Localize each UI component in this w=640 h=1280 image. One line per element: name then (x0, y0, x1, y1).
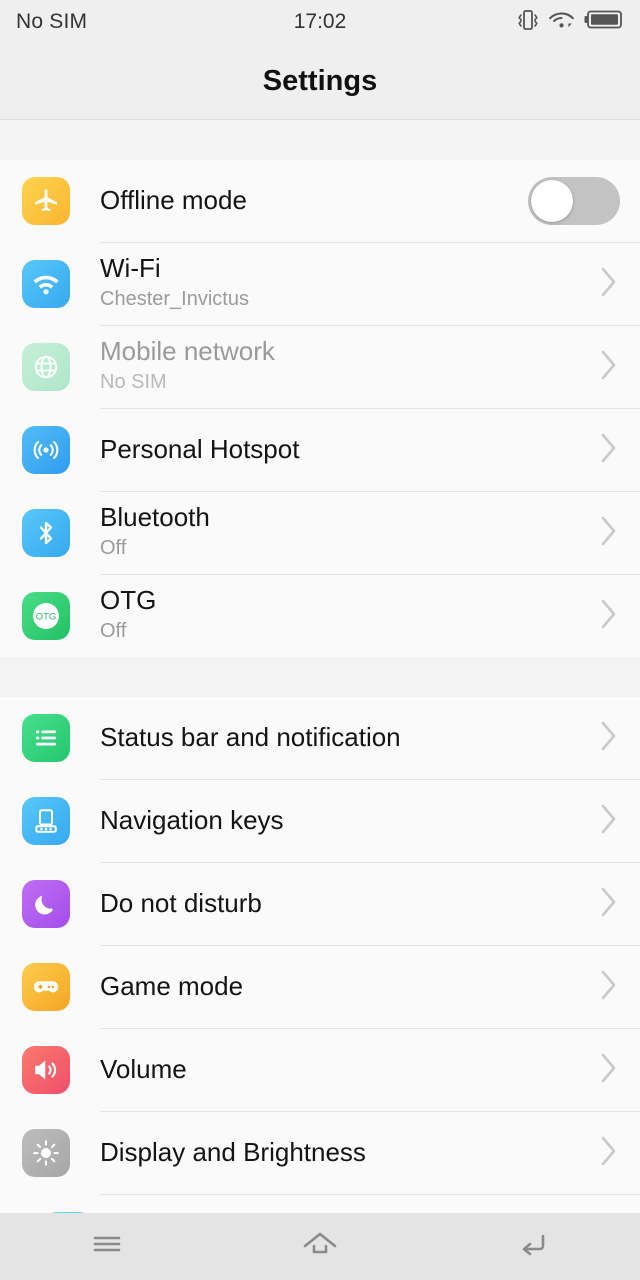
title-bar: Settings (0, 44, 640, 120)
settings-section-connectivity: Offline mode Wi-Fi Chester_Invictus Mobi… (0, 160, 640, 657)
chevron-right-icon (598, 968, 620, 1007)
settings-row-label: Game mode (100, 971, 244, 1002)
svg-text:OTG: OTG (36, 612, 57, 623)
page-title: Settings (262, 65, 378, 97)
settings-row-volume[interactable]: Volume (0, 1029, 640, 1111)
settings-row-game-mode[interactable]: Game mode (0, 946, 640, 1028)
chevron-right-icon (598, 348, 620, 387)
brightness-icon (22, 1129, 70, 1177)
chevron-right-icon (598, 1051, 620, 1090)
row-texts: Mobile network No SIM (100, 335, 588, 397)
chevron-right-icon (598, 719, 620, 758)
row-texts: Volume (100, 1055, 588, 1084)
settings-row-label: Bluetooth (100, 501, 210, 532)
row-texts: OTG Off (100, 584, 588, 646)
wifi-icon (548, 9, 575, 36)
settings-row-status-bar-and-notification[interactable]: Status bar and notification (0, 697, 640, 779)
chevron-right-icon (598, 597, 620, 636)
settings-row-label: Wi-Fi (100, 252, 161, 283)
settings-section-system: Status bar and notification Navigation k… (0, 697, 640, 1213)
row-texts: Status bar and notification (100, 723, 588, 752)
chevron-right-icon (598, 514, 620, 553)
wifi-icon (22, 260, 70, 308)
row-texts: Navigation keys (100, 806, 588, 835)
settings-row-sublabel: Off (100, 537, 127, 560)
settings-row-navigation-keys[interactable]: Navigation keys (0, 780, 640, 862)
menu-button[interactable] (47, 1227, 167, 1266)
otg-icon: OTG (22, 592, 70, 640)
settings-row-label: Display and Brightness (100, 1137, 366, 1168)
top-spacer (0, 120, 640, 160)
settings-row-label: Navigation keys (100, 805, 284, 836)
settings-row-wifi[interactable]: Wi-Fi Chester_Invictus (0, 243, 640, 325)
row-texts: Bluetooth Off (100, 501, 588, 563)
row-texts: Do not disturb (100, 889, 588, 918)
settings-row-label: Offline mode (100, 185, 247, 216)
home-icon (297, 1227, 343, 1266)
notification-list-icon (22, 714, 70, 762)
battery-icon (584, 9, 624, 35)
row-texts: Wi-Fi Chester_Invictus (100, 252, 588, 314)
settings-row-label: Personal Hotspot (100, 434, 300, 465)
settings-row-display-and-brightness[interactable]: Display and Brightness (0, 1112, 640, 1194)
chevron-right-icon (598, 885, 620, 924)
chevron-right-icon (598, 431, 620, 470)
settings-row-label: Status bar and notification (100, 722, 401, 753)
settings-row-partially-visible[interactable] (0, 1195, 640, 1213)
system-navigation-bar (0, 1213, 640, 1280)
navigation-keys-icon (22, 797, 70, 845)
menu-icon (87, 1227, 127, 1266)
settings-row-label: Volume (100, 1054, 187, 1085)
back-icon (512, 1227, 554, 1266)
hotspot-icon (22, 426, 70, 474)
section-spacer (0, 657, 640, 697)
settings-row-do-not-disturb[interactable]: Do not disturb (0, 863, 640, 945)
globe-icon (22, 343, 70, 391)
chevron-right-icon (598, 265, 620, 304)
status-bar: No SIM 17:02 (0, 0, 640, 44)
chevron-right-icon (598, 1134, 620, 1173)
vibrate-icon (517, 8, 539, 37)
settings-row-personal-hotspot[interactable]: Personal Hotspot (0, 409, 640, 491)
gamepad-icon (22, 963, 70, 1011)
toggle-knob (531, 180, 573, 222)
airplane-icon (22, 177, 70, 225)
status-icons (517, 8, 624, 37)
bluetooth-icon (22, 509, 70, 557)
home-button[interactable] (260, 1227, 380, 1266)
row-texts: Offline mode (100, 186, 528, 215)
settings-row-label: Do not disturb (100, 888, 262, 919)
settings-row-mobile-network[interactable]: Mobile network No SIM (0, 326, 640, 408)
settings-row-otg[interactable]: OTG OTG Off (0, 575, 640, 657)
speaker-icon (22, 1046, 70, 1094)
row-texts: Game mode (100, 972, 588, 1001)
settings-row-sublabel: No SIM (100, 371, 167, 394)
settings-scroll-area[interactable]: Offline mode Wi-Fi Chester_Invictus Mobi… (0, 120, 640, 1213)
row-texts: Display and Brightness (100, 1138, 588, 1167)
offline-mode-toggle[interactable] (528, 177, 620, 225)
settings-row-sublabel: Off (100, 620, 127, 643)
chevron-right-icon (598, 802, 620, 841)
moon-icon (22, 880, 70, 928)
settings-row-sublabel: Chester_Invictus (100, 288, 249, 311)
settings-row-bluetooth[interactable]: Bluetooth Off (0, 492, 640, 574)
row-texts: Personal Hotspot (100, 435, 588, 464)
settings-row-offline-mode[interactable]: Offline mode (0, 160, 640, 242)
settings-row-label: Mobile network (100, 335, 275, 366)
back-button[interactable] (473, 1227, 593, 1266)
settings-row-label: OTG (100, 584, 157, 615)
